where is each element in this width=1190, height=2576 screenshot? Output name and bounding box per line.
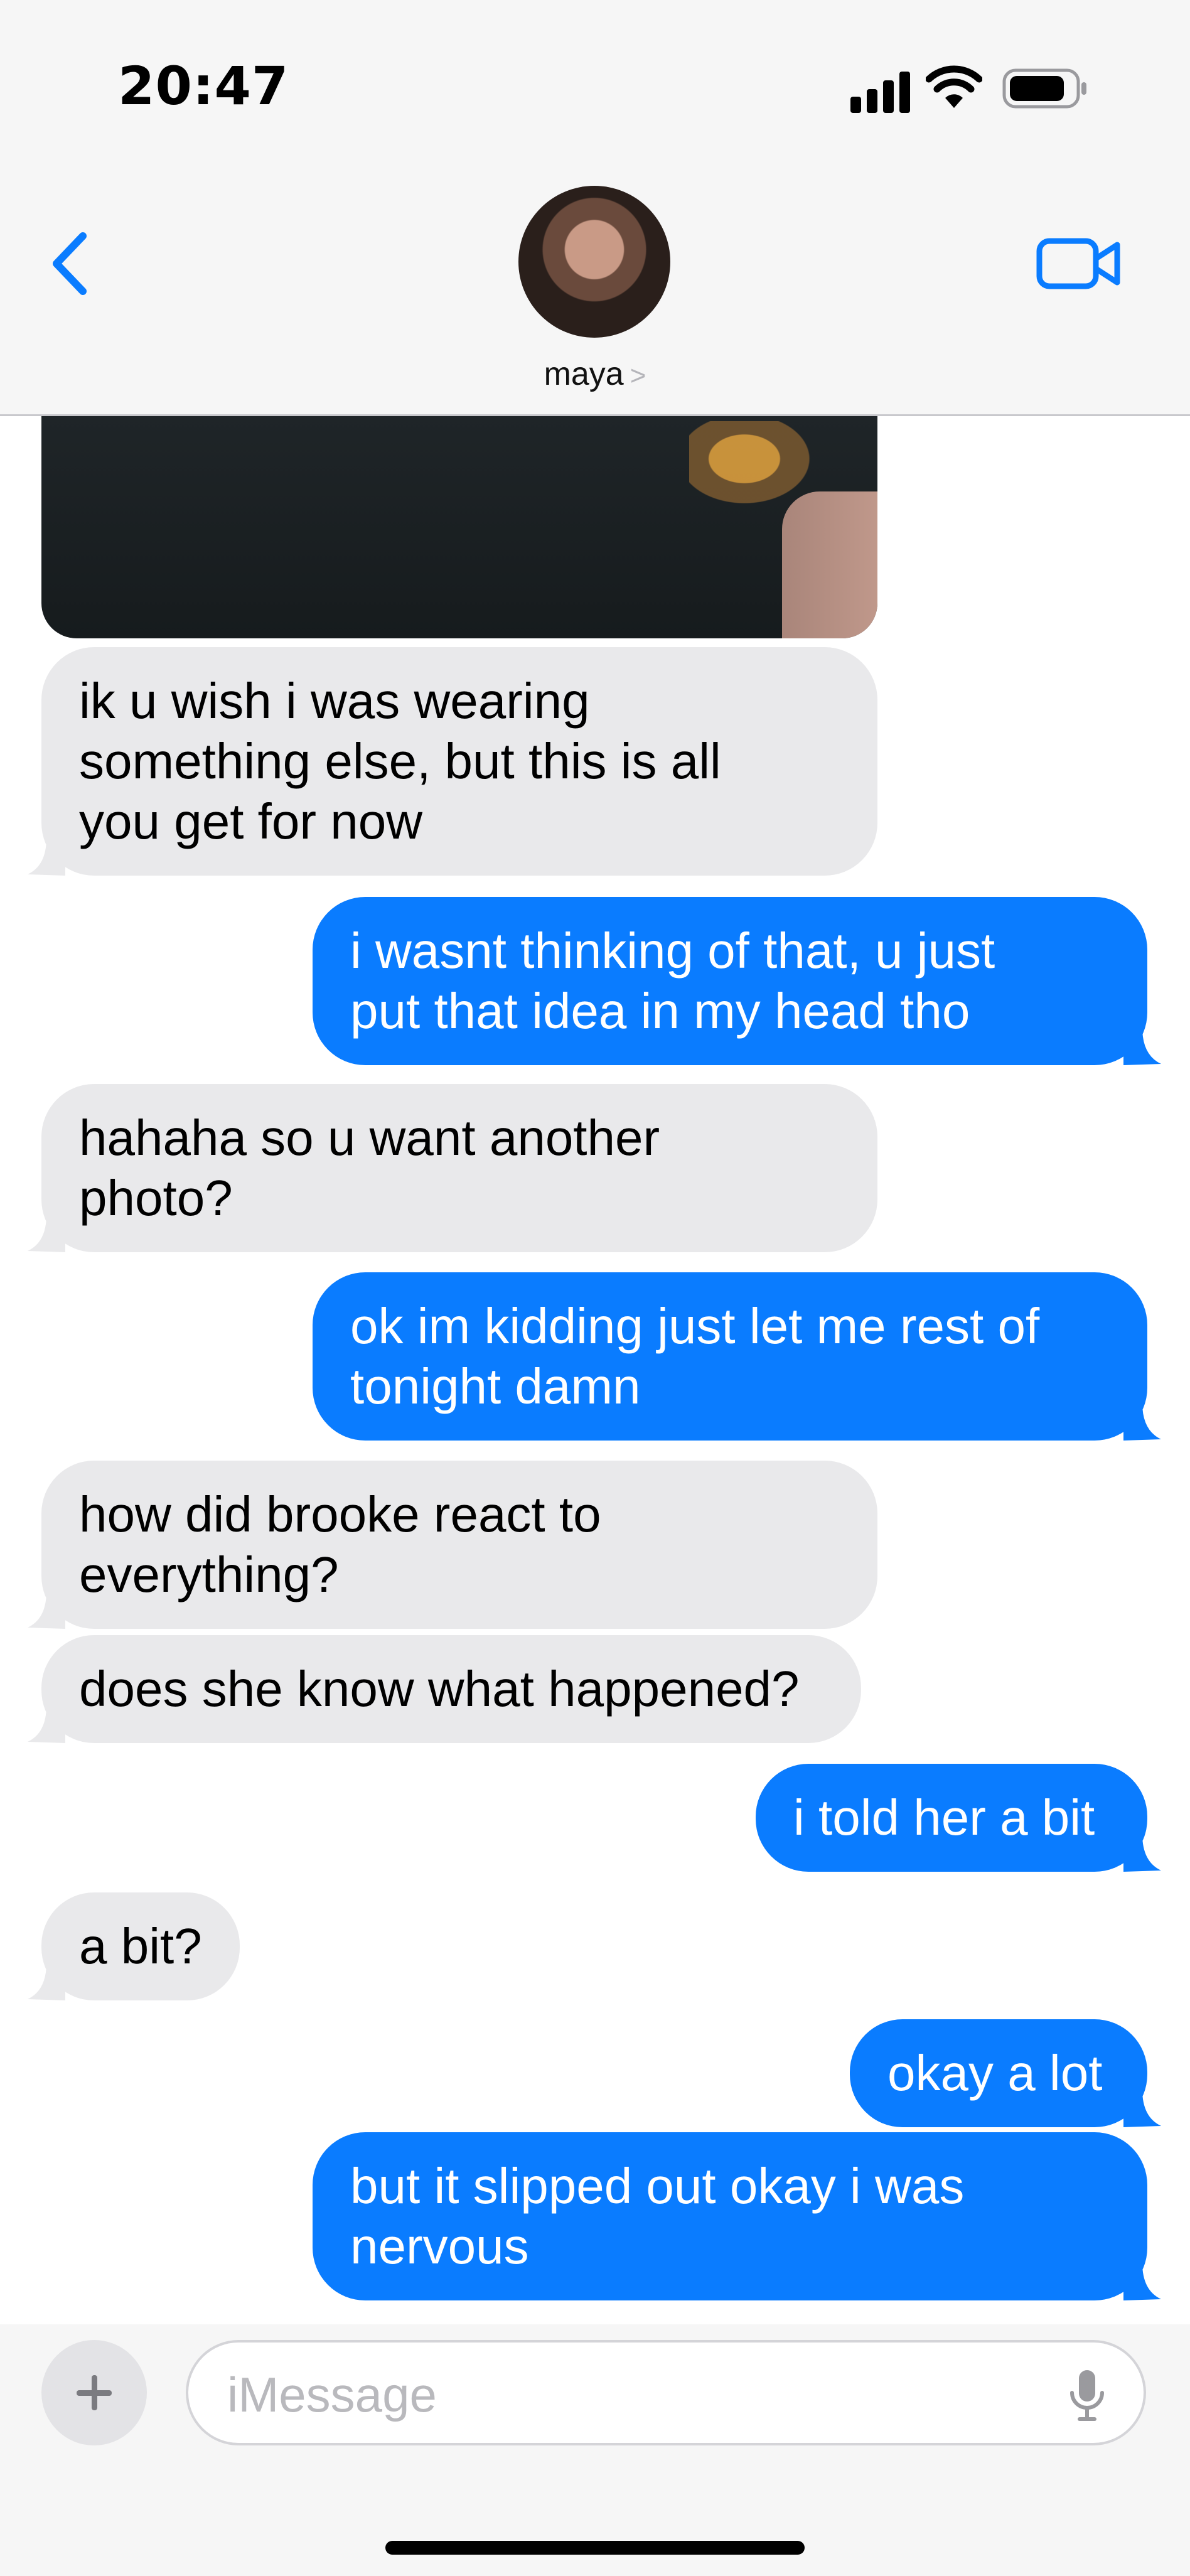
message-thread[interactable]: ik u wish i was wearing something else, …	[0, 416, 1190, 2324]
message-bubble-incoming[interactable]: hahaha so u want another photo?	[28, 1084, 877, 1252]
message-bubble-incoming[interactable]: how did brooke react to everything?	[28, 1461, 877, 1629]
bubble-tail	[1123, 1028, 1161, 1065]
message-bubble-incoming[interactable]: does she know what happened?	[28, 1635, 861, 1743]
bubble-tail	[28, 1963, 65, 2000]
message-text: a bit?	[79, 1918, 202, 1974]
message-bubble-outgoing[interactable]: i told her a bit	[756, 1764, 1161, 1872]
microphone-icon[interactable]	[1068, 2368, 1106, 2424]
status-time: 20:47	[118, 55, 289, 117]
message-text: ik u wish i was wearing something else, …	[79, 673, 721, 849]
bubble-tail	[28, 1215, 65, 1252]
message-bubble-outgoing[interactable]: ok im kidding just let me rest of tonigh…	[313, 1272, 1161, 1441]
message-bubble-outgoing[interactable]: i wasnt thinking of that, u just put tha…	[313, 897, 1161, 1065]
message-text: hahaha so u want another photo?	[79, 1110, 660, 1226]
message-text: ok im kidding just let me rest of tonigh…	[350, 1298, 1040, 1414]
back-chevron-icon[interactable]	[44, 226, 100, 301]
conversation-header: 20:47 maya >	[0, 0, 1190, 416]
message-text: but it slipped out okay i was nervous	[350, 2158, 965, 2274]
contact-name-label: maya	[544, 356, 624, 392]
message-bubble-incoming[interactable]: a bit?	[28, 1892, 240, 2000]
message-text: does she know what happened?	[79, 1661, 800, 1717]
plus-icon[interactable]	[41, 2340, 147, 2445]
video-call-icon[interactable]	[1036, 232, 1123, 295]
bubble-tail	[28, 838, 65, 876]
signal-icon	[850, 70, 911, 113]
bubble-tail	[1123, 1834, 1161, 1872]
bubble-tail	[28, 1705, 65, 1743]
message-composer	[0, 2324, 1190, 2576]
message-bubble-incoming[interactable]: ik u wish i was wearing something else, …	[28, 647, 877, 876]
wifi-icon	[926, 65, 982, 108]
contact-chevron-icon: >	[630, 360, 646, 391]
message-text: i wasnt thinking of that, u just put tha…	[350, 923, 995, 1039]
battery-icon	[1002, 68, 1086, 109]
bubble-tail	[1123, 2263, 1161, 2300]
contact-name[interactable]: maya >	[0, 355, 1190, 393]
message-text: i told her a bit	[793, 1790, 1095, 1845]
message-field[interactable]	[186, 2340, 1146, 2445]
message-bubble-outgoing[interactable]: but it slipped out okay i was nervous	[313, 2132, 1161, 2300]
photo-arm	[782, 491, 877, 638]
message-text: okay a lot	[887, 2045, 1103, 2101]
bubble-tail	[1123, 1403, 1161, 1441]
message-input[interactable]	[226, 2368, 1044, 2422]
message-text: how did brooke react to everything?	[79, 1486, 601, 1602]
bubble-tail	[28, 1591, 65, 1629]
contact-avatar[interactable]	[518, 186, 670, 338]
home-indicator[interactable]	[385, 2541, 805, 2555]
message-bubble-outgoing[interactable]: okay a lot	[850, 2019, 1161, 2127]
bubble-tail	[1123, 2090, 1161, 2127]
shared-photo[interactable]	[41, 416, 877, 638]
